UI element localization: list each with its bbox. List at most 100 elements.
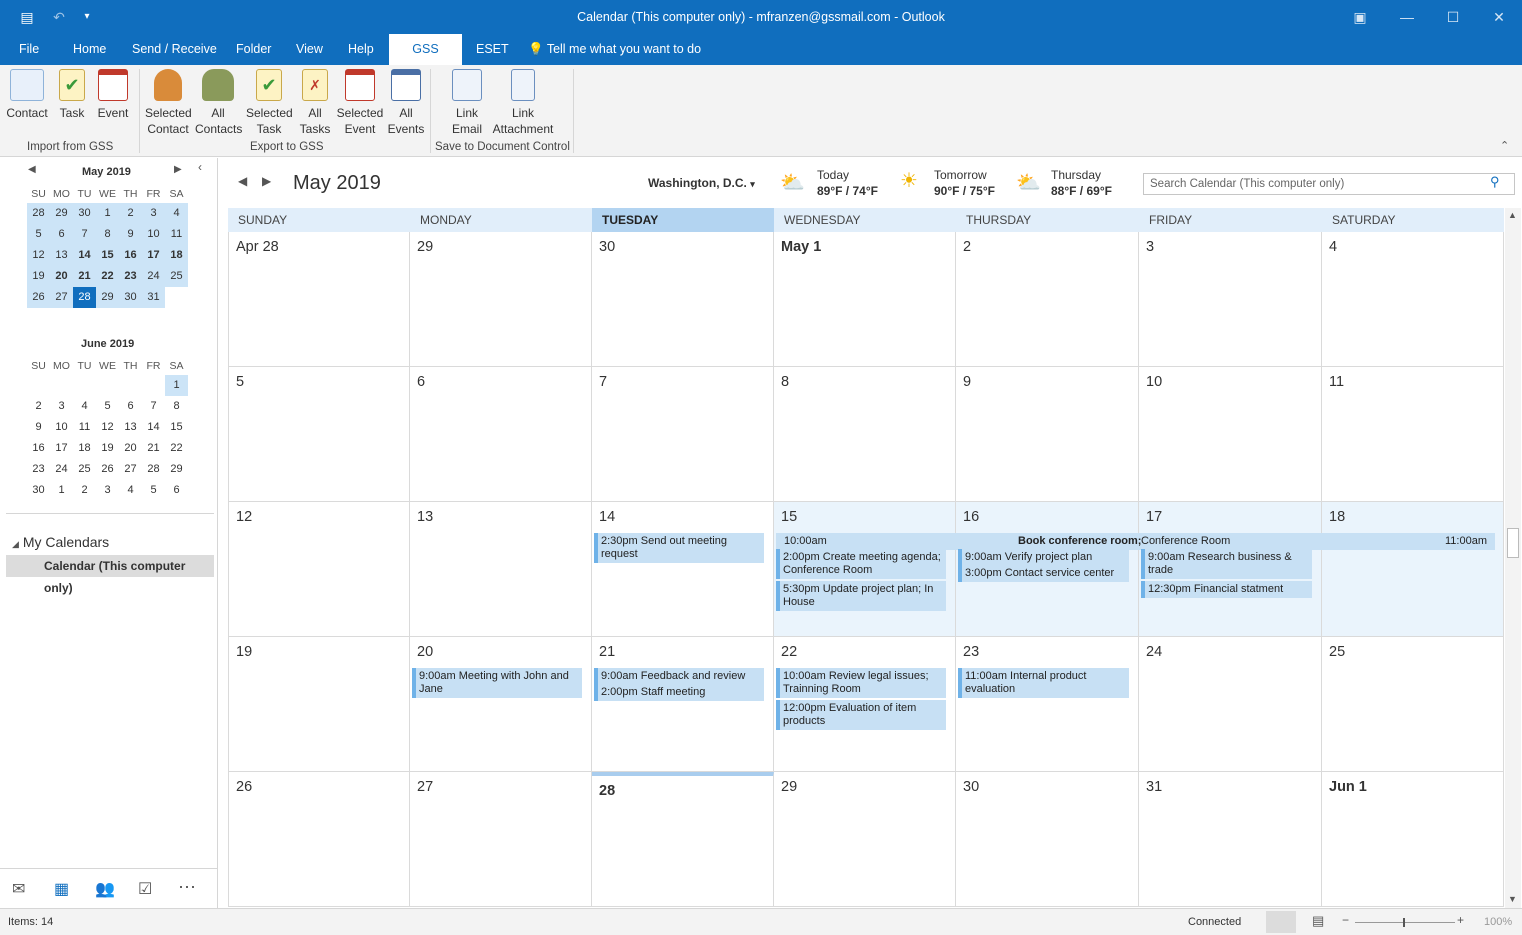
weather-location-dropdown[interactable]: Washington, D.C. ▾	[648, 176, 755, 190]
zoom-in-icon[interactable]: +	[1457, 913, 1464, 927]
mini-prev-month-icon[interactable]: ◀	[28, 164, 36, 175]
mini-calendar-day[interactable]: 13	[50, 245, 73, 266]
zoom-out-icon[interactable]: −	[1342, 913, 1349, 927]
export-selected-contact-button[interactable]: Selected Contact	[145, 69, 192, 137]
mini-calendar-day[interactable]: 3	[96, 480, 119, 501]
tab-view[interactable]: View	[286, 34, 333, 65]
calendar-day-cell[interactable]: 3	[1139, 232, 1322, 367]
mini-calendar-day[interactable]: 24	[142, 266, 165, 287]
scroll-up-icon[interactable]: ▲	[1508, 210, 1517, 220]
calendar-day-cell[interactable]: 23	[956, 637, 1139, 772]
import-event-button[interactable]: Event	[96, 69, 130, 121]
calendar-day-cell[interactable]: 21	[592, 637, 774, 772]
close-button[interactable]: ✕	[1485, 4, 1513, 30]
mini-calendar-day[interactable]: 21	[73, 266, 96, 287]
import-contact-button[interactable]: Contact	[6, 69, 48, 121]
search-calendar-input[interactable]: Search Calendar (This computer only)	[1143, 173, 1515, 195]
calendar-event[interactable]: 3:00pm Contact service center	[958, 565, 1129, 582]
reading-view-icon[interactable]: ▤	[1312, 913, 1324, 929]
calendar-day-cell[interactable]: 20	[410, 637, 592, 772]
export-selected-task-button[interactable]: ✔ Selected Task	[246, 69, 293, 137]
calendar-day-cell[interactable]: 19	[228, 637, 410, 772]
calendar-day-cell[interactable]: 4	[1322, 232, 1504, 367]
mini-calendar-day[interactable]: 27	[50, 287, 73, 308]
export-all-contacts-button[interactable]: All Contacts	[195, 69, 242, 137]
mini-calendar-day[interactable]: 12	[27, 245, 50, 266]
collapse-pane-icon[interactable]: ‹	[198, 160, 202, 174]
mini-calendar-day[interactable]: 16	[27, 438, 50, 459]
tab-file[interactable]: File	[9, 34, 49, 65]
zoom-slider[interactable]	[1355, 922, 1455, 923]
mini-calendar-day[interactable]: 26	[27, 287, 50, 308]
calendar-day-cell[interactable]: 25	[1322, 637, 1504, 772]
mini-calendar-day[interactable]: 20	[50, 266, 73, 287]
mini-calendar-day[interactable]: 15	[96, 245, 119, 266]
minimize-button[interactable]: —	[1393, 4, 1421, 30]
mini-calendar-day[interactable]: 19	[96, 438, 119, 459]
tab-eset[interactable]: ESET	[466, 34, 519, 65]
mini-calendar-day[interactable]: 12	[96, 417, 119, 438]
calendar-day-cell[interactable]: 11	[1322, 367, 1504, 502]
mini-calendar-day[interactable]: 6	[50, 224, 73, 245]
mini-calendar-day[interactable]: 21	[142, 438, 165, 459]
tab-help[interactable]: Help	[338, 34, 384, 65]
calendar-day-cell[interactable]: 7	[592, 367, 774, 502]
mini-calendar-day[interactable]: 19	[27, 266, 50, 287]
zoom-slider-thumb[interactable]	[1403, 918, 1405, 927]
mini-calendar-day[interactable]: 5	[27, 224, 50, 245]
mini-calendar-day[interactable]: 27	[119, 459, 142, 480]
mini-calendar-day[interactable]: 26	[96, 459, 119, 480]
link-email-button[interactable]: Link Email	[446, 69, 488, 137]
mini-calendar-day[interactable]: 5	[96, 396, 119, 417]
mini-calendar-day[interactable]: 6	[119, 396, 142, 417]
calendar-day-cell[interactable]: 30	[956, 772, 1139, 907]
mini-calendar-day[interactable]: 17	[142, 245, 165, 266]
mini-calendar-day[interactable]: 29	[50, 203, 73, 224]
mini-calendar-day[interactable]: 9	[119, 224, 142, 245]
maximize-button[interactable]: ☐	[1439, 4, 1467, 30]
mini-calendar-day[interactable]: 6	[165, 480, 188, 501]
calendar-day-cell[interactable]: Jun 1	[1322, 772, 1504, 907]
export-all-tasks-button[interactable]: ✗ All Tasks	[296, 69, 334, 137]
mini-calendar-day[interactable]: 2	[73, 480, 96, 501]
mini-calendar-day[interactable]: 4	[119, 480, 142, 501]
tab-home[interactable]: Home	[63, 34, 116, 65]
link-attachment-button[interactable]: Link Attachment	[490, 69, 556, 137]
mini-next-month-icon[interactable]: ▶	[174, 164, 182, 175]
calendar-day-cell[interactable]: 8	[774, 367, 956, 502]
mini-calendar-day[interactable]: 10	[50, 417, 73, 438]
calendar-day-cell[interactable]: 30	[592, 232, 774, 367]
mini-calendar-day[interactable]: 7	[73, 224, 96, 245]
mini-calendar-day[interactable]: 11	[165, 224, 188, 245]
tell-me-search[interactable]: 💡 Tell me what you want to do	[526, 34, 711, 65]
calendar-day-cell[interactable]: 14	[592, 502, 774, 637]
calendar-event[interactable]: 12:00pm Evaluation of item products	[776, 700, 946, 730]
calendar-day-cell[interactable]: 18	[1322, 502, 1504, 637]
tasks-icon[interactable]: ☑	[138, 879, 152, 899]
mini-calendar-day[interactable]: 3	[50, 396, 73, 417]
mini-calendar-day[interactable]: 18	[73, 438, 96, 459]
calendar-event[interactable]: 9:00am Research business & trade	[1141, 549, 1312, 579]
mini-calendar-day[interactable]: 7	[142, 396, 165, 417]
mini-calendar-day[interactable]: 13	[119, 417, 142, 438]
calendar-day-cell[interactable]: 5	[228, 367, 410, 502]
calendar-day-cell[interactable]: 29	[774, 772, 956, 907]
calendar-item-this-computer[interactable]: Calendar (This computer only)	[6, 555, 214, 595]
calendar-day-cell[interactable]: 28	[592, 772, 774, 907]
normal-view-button[interactable]	[1266, 911, 1296, 933]
mini-calendar-day[interactable]: 2	[27, 396, 50, 417]
mini-calendar-day[interactable]: 31	[142, 287, 165, 308]
mini-calendar-day[interactable]: 28	[27, 203, 50, 224]
calendar-day-cell[interactable]: 10	[1139, 367, 1322, 502]
scrollbar-thumb[interactable]	[1507, 528, 1519, 558]
calendar-day-cell[interactable]: 29	[410, 232, 592, 367]
collapse-ribbon-icon[interactable]: ⌃	[1500, 139, 1509, 152]
vertical-scrollbar[interactable]: ▲ ▼	[1505, 208, 1521, 908]
mini-calendar-day[interactable]: 3	[142, 203, 165, 224]
calendar-event[interactable]: 2:00pm Create meeting agenda; Conference…	[776, 549, 946, 579]
calendar-day-cell[interactable]: 24	[1139, 637, 1322, 772]
my-calendars-header[interactable]: ◢ My Calendars	[12, 534, 109, 550]
more-options-icon[interactable]: ⋯	[178, 877, 196, 898]
calendar-event[interactable]: 2:00pm Staff meeting	[594, 684, 764, 701]
calendar-event[interactable]: 5:30pm Update project plan; In House	[776, 581, 946, 611]
